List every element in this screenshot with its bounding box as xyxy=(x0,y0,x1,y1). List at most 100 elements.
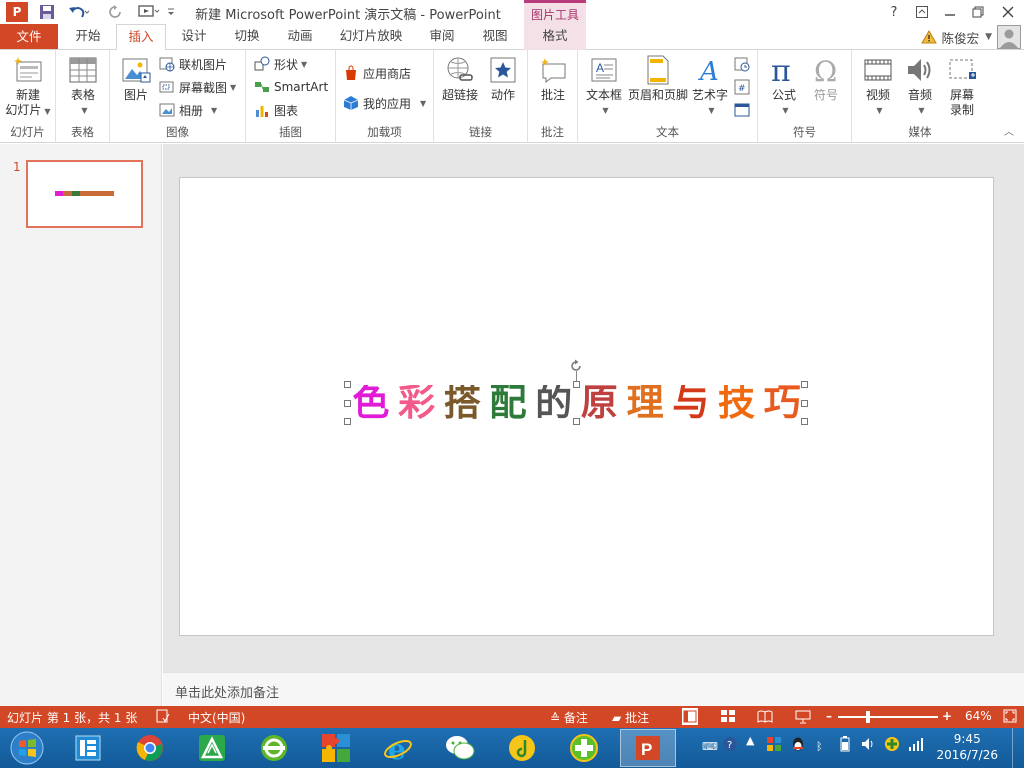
minimize-icon[interactable] xyxy=(936,2,964,22)
bluetooth-icon[interactable]: ᛒ xyxy=(816,740,823,753)
speaker-icon xyxy=(904,54,936,86)
wordart-button[interactable]: A 艺术字 ▼ xyxy=(690,54,730,118)
title-picture[interactable]: 色彩搭配的原理与技巧 xyxy=(344,359,808,425)
resize-handle[interactable] xyxy=(344,418,351,425)
notes-toggle[interactable]: ≙ 备注 xyxy=(550,709,588,726)
keyboard-icon[interactable]: ⌨ xyxy=(702,740,718,753)
taskbar-puzzle-app-icon[interactable] xyxy=(308,729,364,767)
screenshot-button[interactable]: 屏幕截图 ▼ xyxy=(159,76,236,98)
slide-sorter-icon[interactable] xyxy=(720,709,736,727)
system-clock[interactable]: 9:45 2016/7/26 xyxy=(936,731,998,763)
action-button[interactable]: 动作 xyxy=(484,54,522,103)
tab-view[interactable]: 视图 xyxy=(470,24,520,50)
resize-handle[interactable] xyxy=(344,381,351,388)
group-label-links: 链接 xyxy=(469,125,492,139)
taskbar-app-explorer-icon[interactable] xyxy=(60,729,116,767)
taskbar-powerpoint-icon[interactable]: P xyxy=(620,729,676,767)
resize-handle[interactable] xyxy=(573,418,580,425)
equation-button[interactable]: π 公式 ▼ xyxy=(764,54,804,118)
spell-check-icon[interactable] xyxy=(156,709,170,726)
comments-toggle[interactable]: ▰ 批注 xyxy=(612,709,649,726)
wordart-label: 艺术字 xyxy=(691,88,728,102)
textbox-label: 文本框 xyxy=(585,88,622,102)
volume-icon[interactable] xyxy=(860,736,876,755)
show-hidden-icons[interactable]: ▲ xyxy=(746,734,754,747)
zoom-slider-thumb[interactable] xyxy=(866,711,870,723)
zoom-in-icon[interactable]: + xyxy=(942,709,952,723)
title-glyph: 彩 xyxy=(398,385,435,421)
slide-canvas[interactable]: 色彩搭配的原理与技巧 xyxy=(179,177,994,636)
resize-handle[interactable] xyxy=(801,418,808,425)
taskbar-360-guard-icon[interactable] xyxy=(556,729,612,767)
zoom-out-icon[interactable]: – xyxy=(826,709,832,723)
network-signal-icon[interactable] xyxy=(908,736,924,755)
slide-number-button[interactable]: # xyxy=(734,76,754,98)
reading-view-icon[interactable] xyxy=(757,709,773,727)
group-addins: 应用商店 我的应用 ▼ 加载项 xyxy=(336,50,434,143)
tab-design[interactable]: 设计 xyxy=(168,24,220,50)
taskbar-music-app-icon[interactable] xyxy=(494,729,550,767)
screen-recording-button[interactable]: 屏幕 录制 xyxy=(942,54,982,118)
taskbar-360-browser-icon[interactable] xyxy=(246,729,302,767)
notes-pane[interactable]: 单击此处添加备注 xyxy=(163,672,1024,706)
tab-slideshow[interactable]: 幻灯片放映 xyxy=(330,24,412,50)
taskbar-chrome-icon[interactable] xyxy=(122,729,178,767)
date-time-button[interactable] xyxy=(734,53,754,75)
collapse-ribbon-icon[interactable]: ︿ xyxy=(1004,123,1014,138)
chart-button[interactable]: 图表 xyxy=(254,99,298,121)
hyperlink-button[interactable]: 超链接 xyxy=(438,54,482,103)
tab-home[interactable]: 开始 xyxy=(62,24,114,50)
my-apps-button[interactable]: 我的应用 ▼ xyxy=(343,92,426,114)
resize-handle[interactable] xyxy=(801,381,808,388)
taskbar-wechat-icon[interactable] xyxy=(432,729,488,767)
show-desktop-button[interactable] xyxy=(1012,728,1024,768)
smartart-button[interactable]: SmartArt xyxy=(254,76,328,98)
taskbar-ie-icon[interactable]: e xyxy=(370,729,426,767)
close-icon[interactable] xyxy=(994,2,1022,22)
online-pictures-button[interactable]: 联机图片 xyxy=(159,53,227,75)
zoom-level[interactable]: 64% xyxy=(965,709,992,723)
video-button[interactable]: 视频 ▼ xyxy=(858,54,898,118)
symbol-button[interactable]: Ω 符号 xyxy=(806,54,846,103)
tab-animations[interactable]: 动画 xyxy=(274,24,326,50)
tab-review[interactable]: 审阅 xyxy=(416,24,468,50)
tab-transitions[interactable]: 切换 xyxy=(222,24,272,50)
comment-button[interactable]: 批注 xyxy=(532,54,574,103)
shapes-button[interactable]: 形状 ▼ xyxy=(254,53,307,75)
object-button[interactable] xyxy=(734,99,754,121)
smartart-label: SmartArt xyxy=(274,80,329,94)
slide-thumbnail[interactable] xyxy=(26,160,143,228)
resize-handle[interactable] xyxy=(801,400,808,407)
tray-app-icon[interactable] xyxy=(766,736,782,755)
normal-view-icon[interactable] xyxy=(682,708,698,725)
audio-button[interactable]: 音频 ▼ xyxy=(900,54,940,118)
tray-360-icon[interactable] xyxy=(884,736,900,755)
slideshow-icon[interactable] xyxy=(795,709,811,727)
textbox-button[interactable]: A 文本框 ▼ xyxy=(582,54,626,118)
resize-handle[interactable] xyxy=(344,400,351,407)
table-button[interactable]: 表格 ▼ xyxy=(60,54,106,118)
photo-album-button[interactable]: 相册 ▼ xyxy=(159,99,217,121)
help-icon[interactable]: ? xyxy=(880,2,908,22)
header-footer-button[interactable]: 页眉和页脚 xyxy=(626,54,690,103)
ime-help-icon[interactable]: ? xyxy=(722,736,738,755)
taskbar-green-app-icon[interactable] xyxy=(184,729,240,767)
account-area[interactable]: 陈俊宏 ▼ xyxy=(920,26,992,48)
tab-insert[interactable]: 插入 xyxy=(116,24,166,51)
new-slide-button[interactable]: 新建 幻灯片 ▼ xyxy=(4,54,52,119)
tab-file[interactable]: 文件 xyxy=(0,24,58,49)
resize-handle[interactable] xyxy=(573,381,580,388)
ribbon-display-options-icon[interactable] xyxy=(908,2,936,22)
fit-to-window-icon[interactable] xyxy=(1003,709,1017,726)
zoom-slider[interactable] xyxy=(838,716,938,718)
qq-icon[interactable] xyxy=(790,736,806,755)
restore-icon[interactable] xyxy=(964,2,992,22)
start-button-icon[interactable] xyxy=(2,729,52,767)
language-indicator[interactable]: 中文(中国) xyxy=(188,709,245,726)
rotate-handle-icon[interactable] xyxy=(569,359,583,373)
picture-button[interactable]: 图片 xyxy=(116,54,156,103)
avatar[interactable] xyxy=(997,25,1021,49)
tab-format[interactable]: 格式 xyxy=(524,24,586,50)
battery-icon[interactable] xyxy=(840,736,850,755)
store-button[interactable]: 应用商店 xyxy=(343,62,411,84)
